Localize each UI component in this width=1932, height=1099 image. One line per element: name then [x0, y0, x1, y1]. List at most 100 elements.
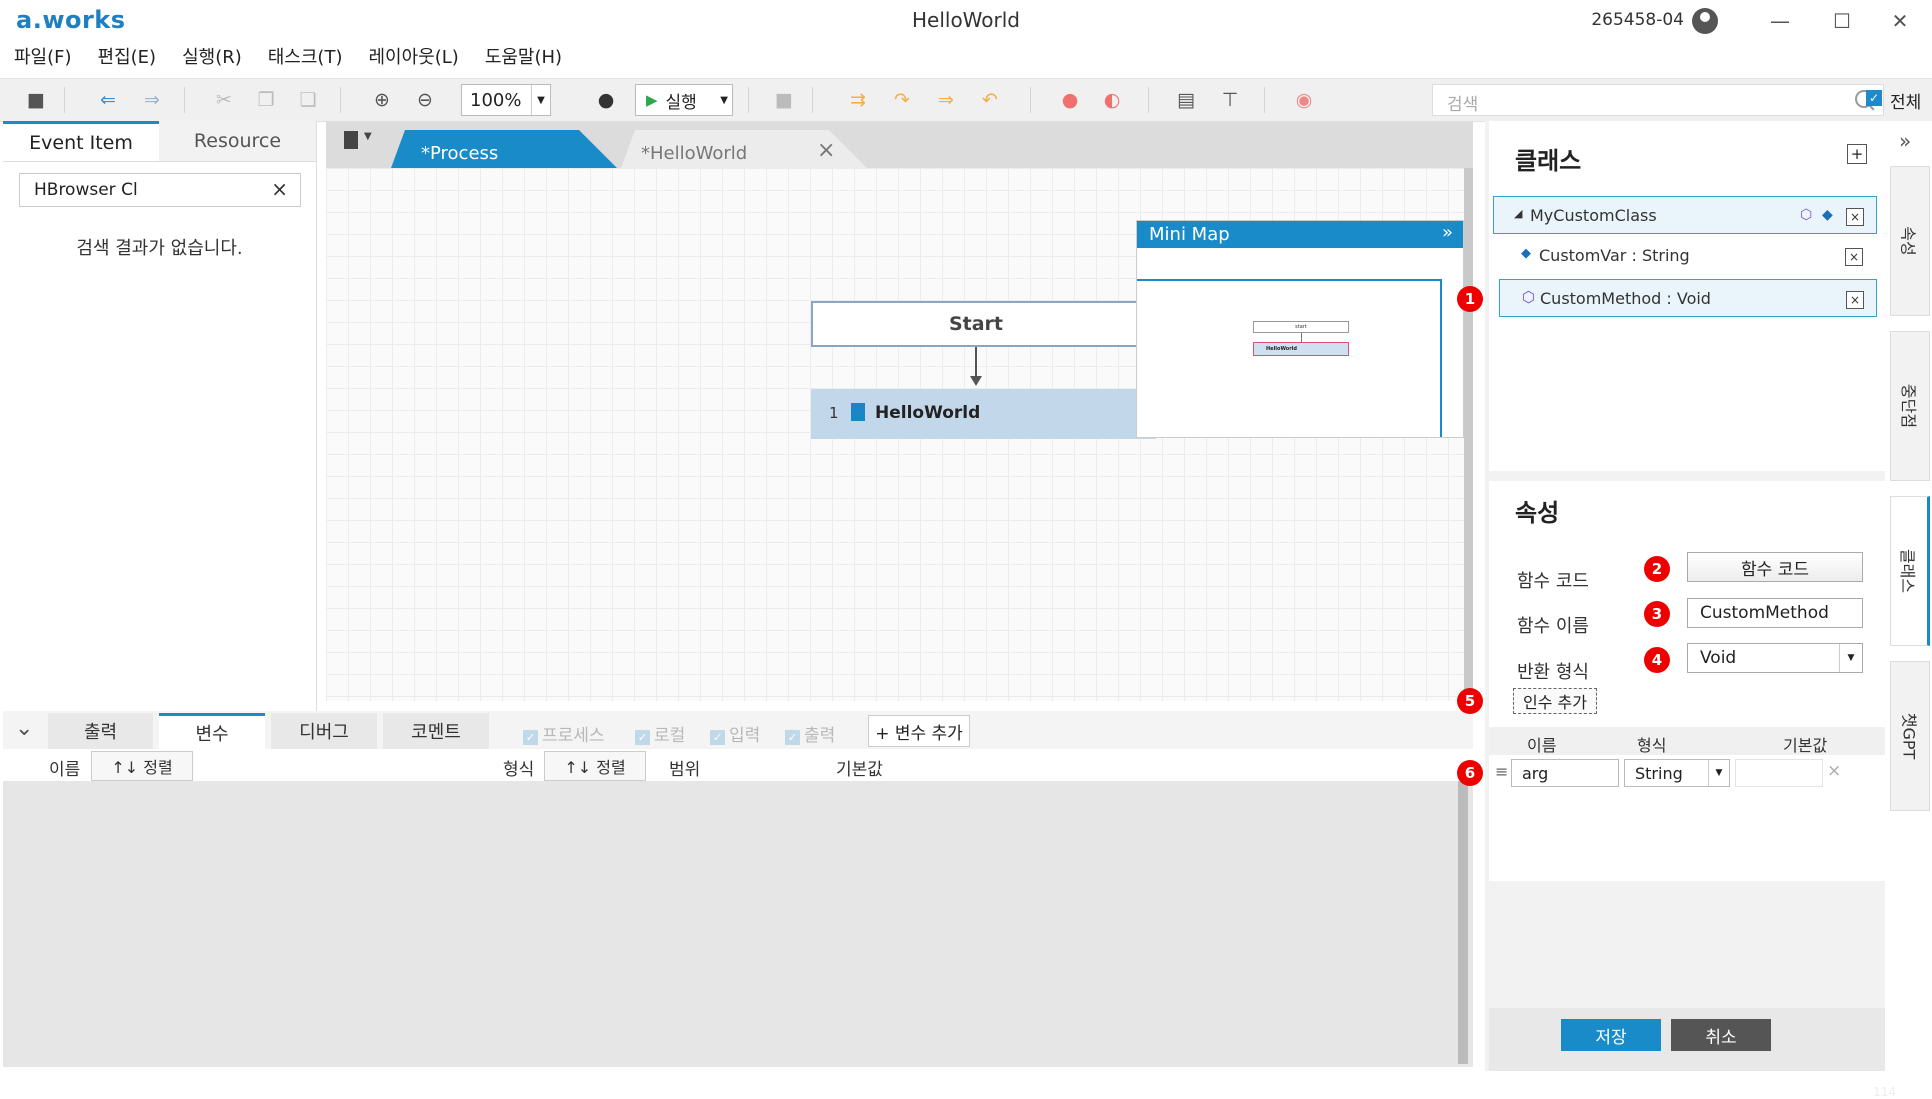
arg-default-input[interactable]: [1735, 759, 1823, 787]
zoom-select[interactable]: 100% ▼: [461, 84, 551, 116]
collapse-panel-icon[interactable]: ⌄: [15, 716, 33, 741]
tab-event-item[interactable]: Event Item: [3, 121, 159, 161]
func-name-input[interactable]: CustomMethod: [1687, 598, 1863, 628]
zoom-out-icon[interactable]: ⊖: [413, 88, 437, 112]
menu-help[interactable]: 도움말(H): [485, 43, 562, 69]
search-input[interactable]: 검색: [1432, 84, 1884, 116]
maximize-button[interactable]: ☐: [1822, 6, 1862, 36]
search-all-checkbox[interactable]: ✓: [1866, 90, 1882, 106]
close-tab-icon[interactable]: ×: [817, 138, 835, 163]
double-chevron-right-icon[interactable]: »: [1899, 129, 1911, 153]
class-member-variable[interactable]: ◆ CustomVar : String ×: [1493, 237, 1877, 275]
filter-local-checkbox[interactable]: ✓ 로컬: [635, 721, 685, 746]
cancel-button[interactable]: 취소: [1671, 1019, 1771, 1051]
zoom-in-icon[interactable]: ⊕: [370, 88, 394, 112]
record-icon[interactable]: ◉: [1292, 88, 1316, 112]
menu-file[interactable]: 파일(F): [14, 43, 72, 69]
step-over-icon[interactable]: ⇉: [846, 88, 870, 112]
step-into-icon[interactable]: ↷: [890, 88, 914, 112]
remove-breakpoint-icon[interactable]: ◐: [1100, 88, 1124, 112]
sort-name-button[interactable]: ↑↓ 정렬: [91, 751, 193, 781]
side-tab-label: 속성: [1898, 226, 1918, 256]
minimap-viewport[interactable]: [1137, 279, 1442, 437]
add-argument-button[interactable]: 인수 추가: [1513, 688, 1597, 714]
chevron-down-icon[interactable]: ▼: [364, 131, 372, 142]
cut-icon[interactable]: ✂: [212, 88, 236, 112]
filter-process-checkbox[interactable]: ✓ 프로세스: [523, 721, 605, 746]
copy-icon[interactable]: ❐: [254, 88, 278, 112]
add-method-icon[interactable]: ⬡: [1800, 207, 1812, 223]
arg-column-type: 형식: [1637, 736, 1667, 755]
menu-run[interactable]: 실행(R): [182, 43, 242, 69]
expand-triangle-icon[interactable]: ◢: [1514, 207, 1522, 220]
side-tab-class[interactable]: 클래스: [1890, 496, 1930, 646]
sort-type-button[interactable]: ↑↓ 정렬: [544, 751, 646, 781]
align-center-icon[interactable]: ▤: [1174, 88, 1198, 112]
title-bar: a.works HelloWorld 265458-04 — ☐ ✕: [0, 0, 1932, 42]
chevron-down-icon[interactable]: ▼: [720, 95, 728, 106]
callout-badge-2: 2: [1644, 556, 1670, 582]
minimize-button[interactable]: —: [1760, 6, 1800, 36]
step-back-icon[interactable]: ↶: [978, 88, 1002, 112]
argument-row: ≡ arg String ▼ ×: [1489, 755, 1885, 791]
menu-layout[interactable]: 레이아웃(L): [368, 43, 458, 69]
tab-helloworld[interactable]: *HelloWorld ×: [621, 130, 867, 168]
tab-process[interactable]: *Process: [391, 130, 617, 168]
drag-handle-icon[interactable]: ≡: [1495, 762, 1508, 781]
activity-node[interactable]: 1 HelloWorld: [811, 389, 1156, 439]
canvas-scrollbar[interactable]: [1464, 168, 1473, 701]
bottom-tabs: ⌄ 출력 변수 디버그 코멘트 ✓ 프로세스 ✓ 로컬 ✓ 입력 ✓ 출력 + 변수 추…: [3, 711, 1473, 750]
user-account-icon[interactable]: [1692, 8, 1718, 34]
side-tab-properties[interactable]: 속성: [1890, 166, 1930, 316]
step-out-icon[interactable]: ⇒: [934, 88, 958, 112]
return-type-select[interactable]: Void ▼: [1687, 643, 1863, 673]
add-variable-button[interactable]: + 변수 추가: [868, 715, 970, 747]
design-canvas[interactable]: Start 1 HelloWorld Mini Map » start Hell…: [326, 168, 1464, 701]
record-camera-icon[interactable]: ●: [594, 88, 618, 112]
arg-type-select[interactable]: String ▼: [1624, 759, 1730, 787]
forward-arrow-icon[interactable]: ⇒: [140, 88, 164, 112]
delete-class-icon[interactable]: ×: [1846, 208, 1864, 226]
chevron-down-icon[interactable]: ▼: [1839, 644, 1862, 672]
tab-debug[interactable]: 디버그: [271, 713, 377, 749]
side-tab-chatgpt[interactable]: 챗GPT: [1890, 661, 1930, 811]
chevron-down-icon[interactable]: ▼: [531, 85, 550, 115]
add-variable-icon[interactable]: ◆: [1822, 207, 1833, 223]
chevron-down-icon[interactable]: ▼: [1708, 760, 1729, 786]
callout-badge-3: 3: [1644, 601, 1670, 627]
paste-icon[interactable]: ❏: [296, 88, 320, 112]
event-search-input[interactable]: HBrowser Cl ×: [19, 173, 301, 207]
remove-argument-icon[interactable]: ×: [1827, 761, 1841, 781]
variable-scrollbar[interactable]: [1458, 781, 1468, 1064]
delete-member-icon[interactable]: ×: [1845, 248, 1863, 266]
document-icon[interactable]: [344, 131, 358, 149]
save-icon[interactable]: ■: [24, 88, 48, 112]
save-button[interactable]: 저장: [1561, 1019, 1661, 1051]
clear-icon[interactable]: ×: [271, 177, 288, 201]
align-top-icon[interactable]: ⊤: [1218, 88, 1242, 112]
side-tab-breakpoints[interactable]: 중단점: [1890, 331, 1930, 481]
func-code-button[interactable]: 함수 코드: [1687, 552, 1863, 582]
run-button[interactable]: ▶ 실행 ▼: [635, 84, 733, 116]
filter-input-checkbox[interactable]: ✓ 입력: [710, 721, 760, 746]
back-arrow-icon[interactable]: ⇐: [96, 88, 120, 112]
add-class-icon[interactable]: +: [1847, 144, 1867, 164]
minimap[interactable]: Mini Map » start HelloWorld: [1136, 220, 1464, 438]
class-item[interactable]: ◢ MyCustomClass ⬡ ◆ ×: [1493, 196, 1877, 234]
stop-icon[interactable]: ■: [772, 88, 796, 112]
menu-task[interactable]: 태스크(T): [268, 43, 343, 69]
close-window-button[interactable]: ✕: [1880, 6, 1920, 36]
tab-resource[interactable]: Resource: [159, 121, 316, 161]
menu-edit[interactable]: 편집(E): [98, 43, 157, 69]
tab-comment[interactable]: 코멘트: [383, 713, 489, 749]
start-node[interactable]: Start: [811, 301, 1141, 347]
add-breakpoint-icon[interactable]: ●: [1058, 88, 1082, 112]
filter-output-checkbox[interactable]: ✓ 출력: [785, 721, 835, 746]
class-member-method[interactable]: ⬡ CustomMethod : Void ×: [1499, 279, 1877, 317]
arg-name-input[interactable]: arg: [1511, 759, 1619, 787]
double-chevron-right-icon[interactable]: »: [1442, 222, 1453, 243]
delete-member-icon[interactable]: ×: [1846, 291, 1864, 309]
return-type-label: 반환 형식: [1517, 662, 1589, 683]
tab-variables[interactable]: 변수: [159, 713, 265, 749]
tab-output[interactable]: 출력: [48, 713, 153, 749]
